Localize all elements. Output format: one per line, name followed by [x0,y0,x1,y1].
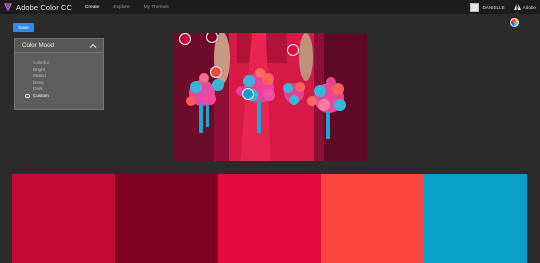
color-mood-panel: Color Mood Colorful Bright Muted Deep Da… [14,38,104,110]
color-picker-handle-5[interactable] [242,88,254,100]
user-name[interactable]: DANIELLE [482,5,504,10]
mood-option-label: Colorful [33,60,49,65]
bridesmaids-bouquets-image [174,33,367,161]
color-swatch-4[interactable] [321,174,424,263]
top-bar: Adobe Color CC Create Explore My Themes … [0,0,540,14]
mood-option-label: Deep [33,79,44,85]
mood-option-label: Bright [33,66,46,72]
color-swatch-1[interactable] [12,174,115,263]
nav-create[interactable]: Create [85,5,99,10]
selected-radio-icon [25,93,30,98]
color-picker-handle-4[interactable] [210,66,222,78]
color-wheel-icon[interactable] [510,18,519,27]
nav-explore[interactable]: Explore [113,5,129,10]
user-area: DANIELLE Adobe [470,0,540,14]
adobe-color-logo-icon [4,3,12,12]
color-picker-handle-3[interactable] [287,44,299,56]
nav-my-themes[interactable]: My Themes [144,5,169,10]
mood-option-label: Dark [33,86,43,91]
adobe-link[interactable]: Adobe [523,5,536,10]
color-swatches [12,174,527,263]
color-swatch-3[interactable] [218,174,321,263]
color-swatch-2[interactable] [115,174,218,263]
adobe-logo-icon [513,4,521,10]
chevron-up-icon[interactable] [89,43,97,49]
save-button[interactable]: Save [13,23,34,32]
mood-option-label: Custom [33,92,49,98]
app-logo[interactable]: Adobe Color CC [3,2,72,12]
source-image[interactable] [174,33,367,161]
app-title: Adobe Color CC [16,2,73,12]
mood-option-label: Muted [33,73,46,78]
color-swatch-5[interactable] [424,174,527,263]
avatar[interactable] [470,2,480,12]
mood-options: Colorful Bright Muted Deep Dark Custom [15,53,103,99]
mood-option-custom[interactable]: Custom [25,92,103,100]
color-mood-title: Color Mood [22,42,54,49]
color-picker-handle-1[interactable] [179,33,191,45]
color-mood-header[interactable]: Color Mood [15,39,103,53]
main-nav: Create Explore My Themes [85,5,183,10]
